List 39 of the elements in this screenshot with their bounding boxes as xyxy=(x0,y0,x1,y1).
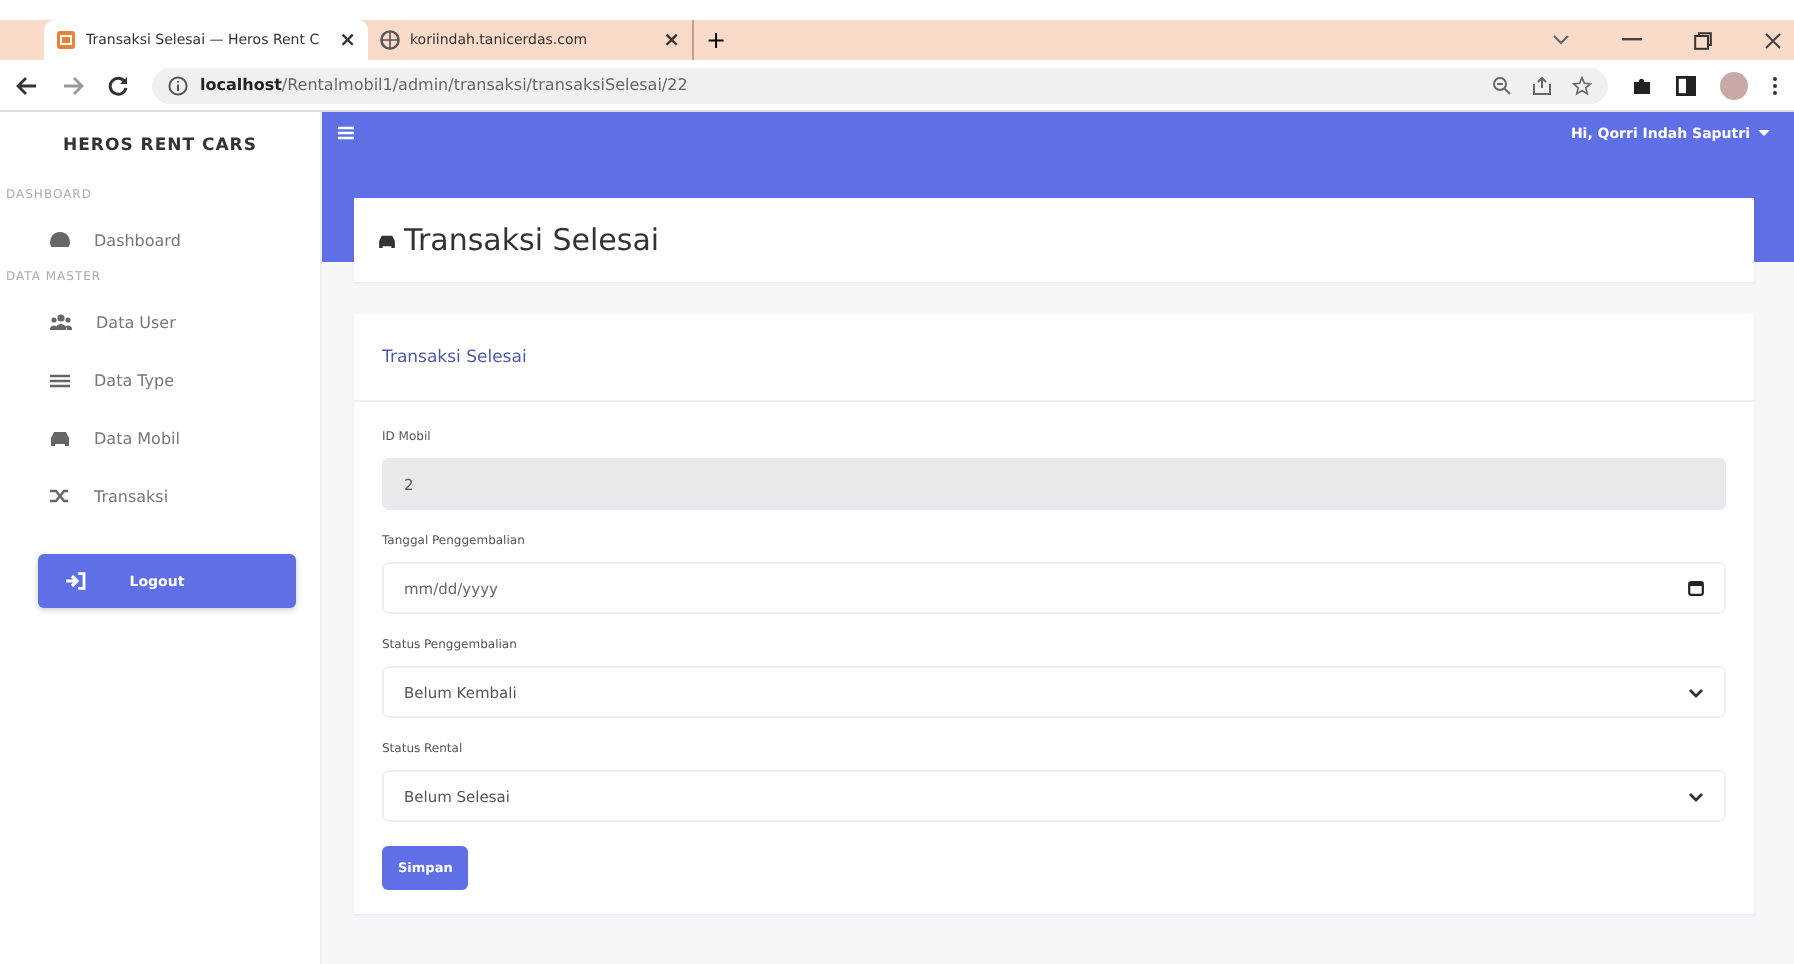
brand-title: HEROS RENT CARS xyxy=(61,134,259,160)
zoom-icon[interactable] xyxy=(1492,75,1512,95)
site-icon xyxy=(56,30,76,50)
globe-icon xyxy=(380,30,400,50)
new-tab-button[interactable]: + xyxy=(692,20,727,60)
info-icon xyxy=(168,75,188,95)
sidebar-item[interactable]: Dashboard xyxy=(0,212,320,268)
menu-icon[interactable] xyxy=(338,126,354,140)
minimize-icon[interactable] xyxy=(1622,38,1642,42)
car-icon xyxy=(378,233,396,247)
list-icon xyxy=(50,373,70,387)
caret-icon xyxy=(1758,130,1770,138)
close-icon[interactable] xyxy=(1764,31,1782,49)
shuffle-icon xyxy=(50,488,70,504)
car-icon xyxy=(50,430,70,446)
close-tab-button[interactable]: × xyxy=(663,29,680,51)
users-icon xyxy=(50,314,72,330)
more-menu-icon[interactable] xyxy=(1772,75,1778,95)
card-title: Transaksi Selesai xyxy=(382,347,527,367)
page-title: Transaksi Selesai xyxy=(404,222,660,258)
sidebar-item[interactable]: Data User xyxy=(0,294,320,350)
sign-in-icon xyxy=(66,572,86,590)
back-arrow-icon[interactable] xyxy=(16,75,38,95)
sidebar-panel-icon[interactable] xyxy=(1676,75,1696,95)
sidebar-item[interactable]: Data Type xyxy=(0,352,320,408)
share-icon[interactable] xyxy=(1532,75,1552,95)
calendar-icon[interactable] xyxy=(1688,580,1704,596)
forward-arrow-icon[interactable] xyxy=(62,75,84,95)
sidebar-item[interactable]: Transaksi xyxy=(0,468,320,524)
chevron-down-icon xyxy=(1688,687,1704,697)
address-bar[interactable]: localhost/Rentalmobil1/admin/transaksi/transaksiSelesai/22 xyxy=(152,67,1608,103)
sidebar-item[interactable]: Data Mobil xyxy=(0,410,320,466)
star-icon[interactable] xyxy=(1572,75,1592,95)
reload-icon[interactable] xyxy=(108,75,128,95)
chevron-down-icon[interactable] xyxy=(1552,34,1570,46)
url-text: localhost/Rentalmobil1/admin/transaksi/transaksiSelesai/22 xyxy=(200,76,688,94)
restore-icon[interactable] xyxy=(1694,31,1712,49)
close-tab-button[interactable]: × xyxy=(339,29,356,51)
chevron-down-icon xyxy=(1688,791,1704,801)
